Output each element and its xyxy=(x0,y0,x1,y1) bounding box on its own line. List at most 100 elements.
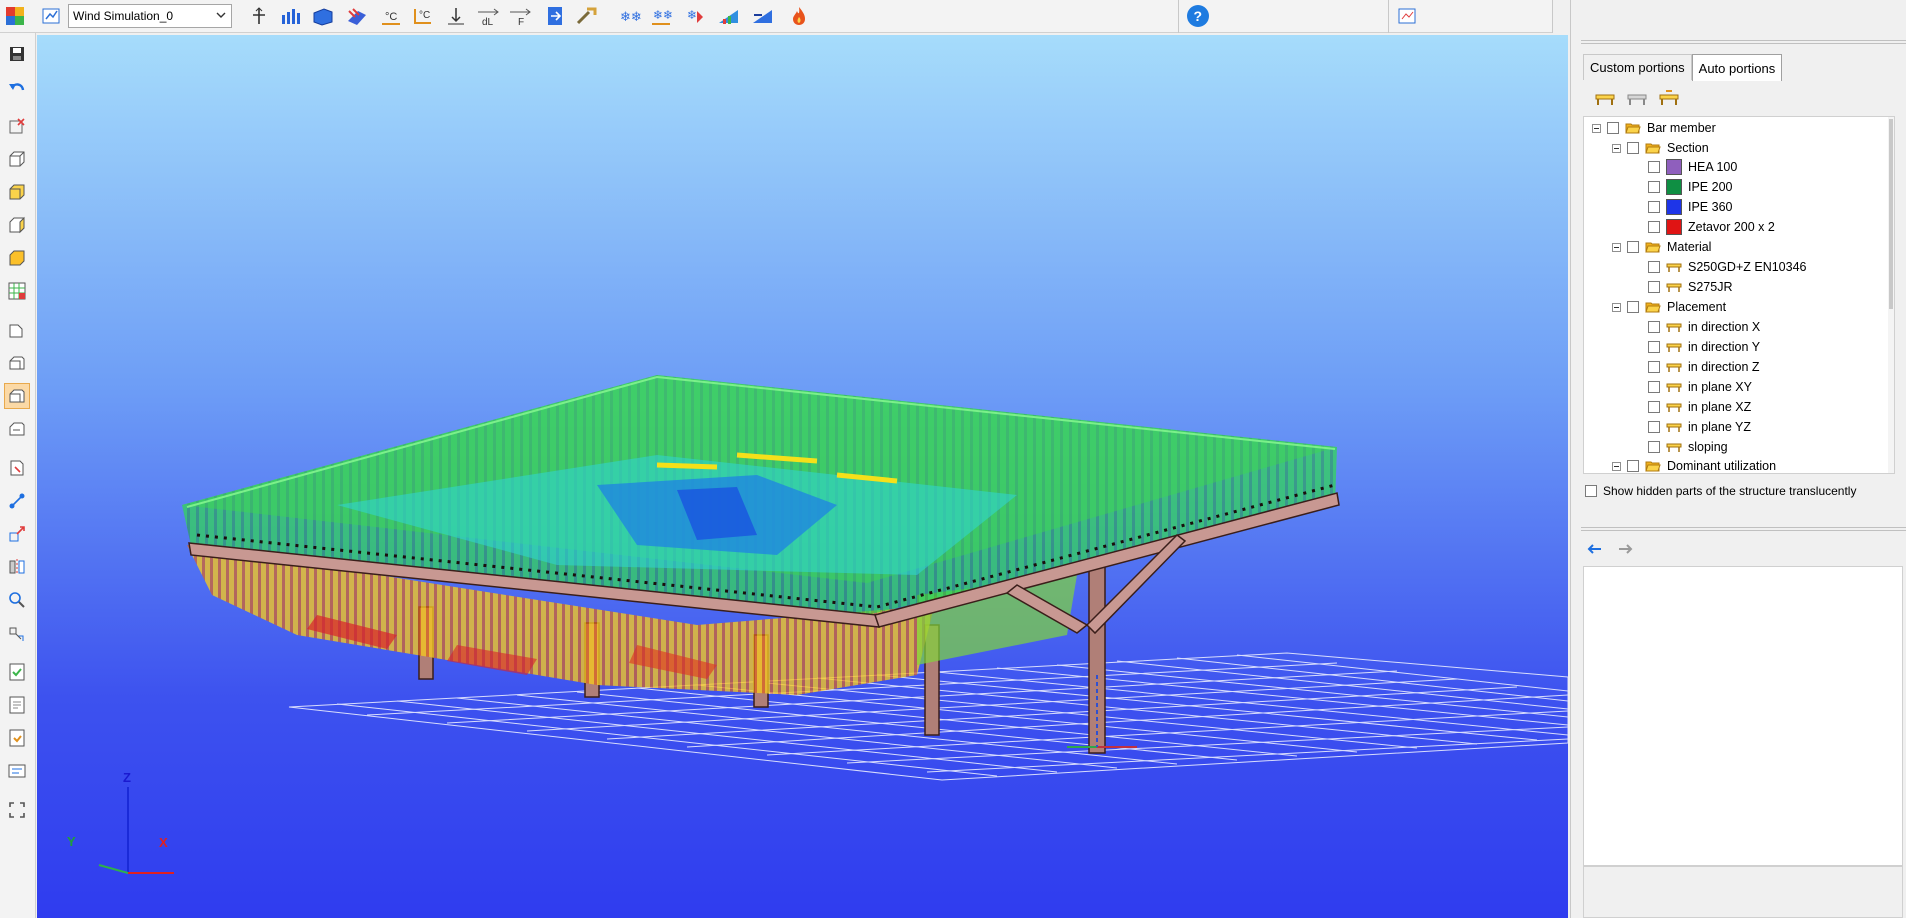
tree-node-material[interactable]: Material xyxy=(1612,238,1711,256)
tree-item-hea-100[interactable]: HEA 100 xyxy=(1648,158,1737,176)
tab-custom-portions[interactable]: Custom portions xyxy=(1583,54,1692,80)
checkbox[interactable] xyxy=(1648,361,1660,373)
checkbox[interactable] xyxy=(1627,241,1639,253)
simulation-add-icon[interactable] xyxy=(38,3,64,29)
view-side-icon[interactable] xyxy=(4,212,30,238)
temperature-gradient-icon[interactable]: °C xyxy=(410,3,436,29)
doc-icon[interactable] xyxy=(4,692,30,718)
tree-node-dominant-utilization[interactable]: Dominant utilization xyxy=(1612,457,1776,473)
render-wire-icon[interactable] xyxy=(4,416,30,442)
probe-icon[interactable] xyxy=(246,3,272,29)
translucent-option[interactable]: Show hidden parts of the structure trans… xyxy=(1585,484,1856,498)
select-nodes-icon[interactable] xyxy=(4,113,30,139)
back-arrow-icon[interactable] xyxy=(1585,542,1603,559)
velocity-bars-icon[interactable] xyxy=(278,3,304,29)
help-icon[interactable]: ? xyxy=(1185,3,1211,29)
mirror-icon[interactable] xyxy=(4,554,30,580)
grid-view-icon[interactable] xyxy=(4,278,30,304)
wind-profile-icon[interactable] xyxy=(716,3,742,29)
render-mode-icon[interactable] xyxy=(4,383,30,409)
tree-item-placement[interactable]: in plane YZ xyxy=(1648,418,1751,436)
tree-item-zetavor[interactable]: Zetavor 200 x 2 xyxy=(1648,218,1775,236)
tree-item-material[interactable]: S275JR xyxy=(1648,278,1732,296)
view-iso-icon[interactable] xyxy=(4,245,30,271)
checkbox[interactable] xyxy=(1648,161,1660,173)
member-portion-grey-icon[interactable] xyxy=(1625,88,1649,111)
checkbox[interactable] xyxy=(1648,341,1660,353)
save-icon[interactable] xyxy=(4,41,30,67)
model-viewport[interactable]: Z Y X xyxy=(37,35,1568,918)
view-top-icon[interactable] xyxy=(4,179,30,205)
checkbox[interactable] xyxy=(1648,281,1660,293)
collapse-icon[interactable] xyxy=(1612,242,1621,252)
streamlines-icon[interactable] xyxy=(344,3,370,29)
translucent-checkbox[interactable] xyxy=(1585,485,1597,497)
move-icon[interactable] xyxy=(4,521,30,547)
fire-icon[interactable] xyxy=(786,3,812,29)
checkbox[interactable] xyxy=(1648,381,1660,393)
checkbox[interactable] xyxy=(1648,421,1660,433)
load-icon[interactable] xyxy=(4,725,30,751)
checkbox[interactable] xyxy=(1648,401,1660,413)
member-portion-add-icon[interactable] xyxy=(1657,88,1681,111)
tree-item-placement[interactable]: in plane XY xyxy=(1648,378,1752,396)
tree-item-placement[interactable]: in direction Z xyxy=(1648,358,1760,376)
simulation-select[interactable]: Wind Simulation_0 xyxy=(68,4,232,28)
app-logo-icon[interactable] xyxy=(2,3,28,29)
snow-load-icon[interactable]: ❄ xyxy=(682,3,708,29)
delta-length-icon[interactable]: dL xyxy=(476,3,502,29)
collapse-icon[interactable] xyxy=(1612,461,1621,471)
fit-view-icon[interactable] xyxy=(4,797,30,823)
checkbox[interactable] xyxy=(1648,321,1660,333)
member-portion-icon[interactable] xyxy=(1593,88,1617,111)
checkbox[interactable] xyxy=(1607,122,1619,134)
checkbox[interactable] xyxy=(1648,261,1660,273)
forward-arrow-icon[interactable] xyxy=(1617,542,1635,559)
member-select-icon[interactable] xyxy=(4,455,30,481)
height-icon[interactable] xyxy=(443,3,469,29)
chevron-down-icon xyxy=(215,9,227,24)
list-icon[interactable] xyxy=(4,758,30,784)
tab-auto-portions[interactable]: Auto portions xyxy=(1691,54,1783,81)
checkbox[interactable] xyxy=(1627,301,1639,313)
node-select-icon[interactable] xyxy=(4,488,30,514)
tree-item-placement[interactable]: in plane XZ xyxy=(1648,398,1751,416)
panel-grip-bottom[interactable] xyxy=(1581,527,1906,531)
checkbox[interactable] xyxy=(1627,142,1639,154)
undo-icon[interactable] xyxy=(4,76,30,102)
tree-item-material[interactable]: S250GD+Z EN10346 xyxy=(1648,258,1806,276)
tree-node-bar-member[interactable]: Bar member xyxy=(1592,119,1716,137)
tree-item-placement[interactable]: in direction Y xyxy=(1648,338,1760,356)
checkbox[interactable] xyxy=(1648,181,1660,193)
wind-surface-icon[interactable] xyxy=(750,3,776,29)
temperature-c-icon[interactable]: °C xyxy=(378,3,404,29)
force-icon[interactable]: F xyxy=(508,3,534,29)
tree-item-placement[interactable]: sloping xyxy=(1648,438,1728,456)
snow-drift-icon[interactable]: ❄❄ xyxy=(648,3,674,29)
checkbox[interactable] xyxy=(1648,201,1660,213)
transform-icon[interactable] xyxy=(4,620,30,646)
model-2d-icon[interactable] xyxy=(4,317,30,343)
tree-item-placement[interactable]: in direction X xyxy=(1648,318,1760,336)
view-front-icon[interactable] xyxy=(4,146,30,172)
panel-grip-top[interactable] xyxy=(1581,40,1906,44)
tree-scrollbar[interactable] xyxy=(1888,117,1894,473)
export-icon[interactable] xyxy=(542,3,568,29)
snow-flakes-icon[interactable]: ❄❄ xyxy=(616,3,642,29)
collapse-icon[interactable] xyxy=(1592,123,1601,133)
checkbox[interactable] xyxy=(1627,460,1639,472)
wind-tunnel-icon[interactable] xyxy=(574,3,600,29)
model-3d-icon[interactable] xyxy=(4,350,30,376)
checkbox[interactable] xyxy=(1648,221,1660,233)
tree-item-ipe-360[interactable]: IPE 360 xyxy=(1648,198,1732,216)
checkbox[interactable] xyxy=(1648,441,1660,453)
tree-node-placement[interactable]: Placement xyxy=(1612,298,1726,316)
search-icon[interactable] xyxy=(4,587,30,613)
tree-item-ipe-200[interactable]: IPE 200 xyxy=(1648,178,1732,196)
pressure-surface-icon[interactable] xyxy=(310,3,336,29)
collapse-icon[interactable] xyxy=(1612,302,1621,312)
check-icon[interactable] xyxy=(4,659,30,685)
layout-icon[interactable] xyxy=(1394,3,1420,29)
tree-node-section[interactable]: Section xyxy=(1612,139,1709,157)
collapse-icon[interactable] xyxy=(1612,143,1621,153)
